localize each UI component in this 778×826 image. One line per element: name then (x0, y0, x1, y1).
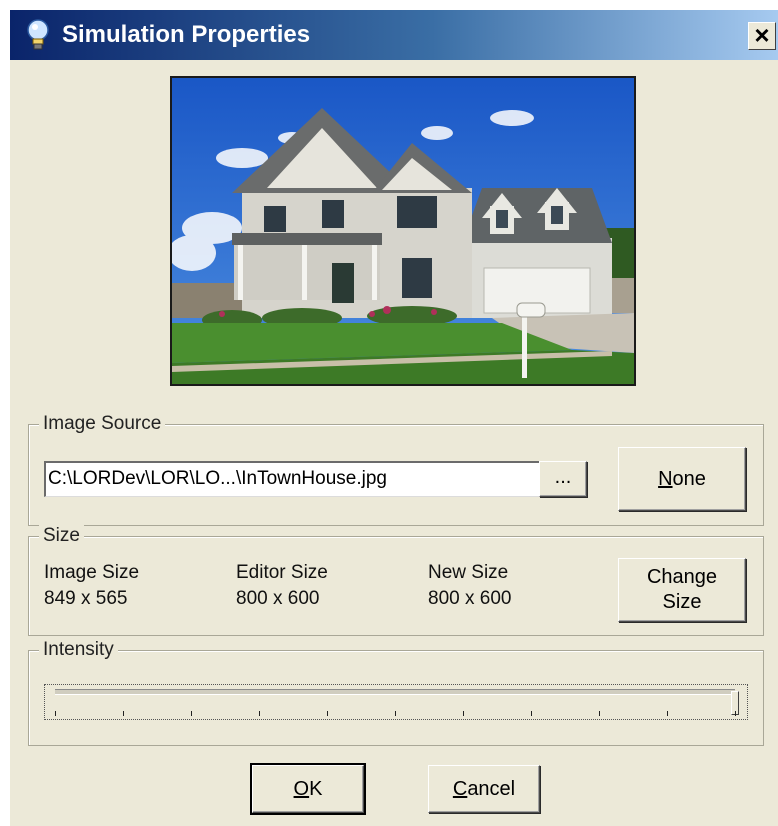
window-title: Simulation Properties (62, 21, 311, 48)
close-button[interactable]: × (748, 22, 776, 50)
intensity-tick (599, 711, 600, 716)
editor-size-value: 800 x 600 (236, 588, 320, 609)
none-label: one (672, 468, 706, 490)
house-photo-icon (172, 78, 634, 384)
ok-button[interactable]: OK (250, 763, 366, 815)
simulation-preview-image (170, 76, 636, 386)
image-path-field[interactable]: C:\LORDev\LOR\LO...\InTownHouse.jpg (44, 461, 540, 497)
change-size-button[interactable]: Change Size (618, 558, 746, 622)
intensity-tick (735, 711, 736, 716)
title-bar[interactable]: Simulation Properties × (10, 10, 778, 60)
simulation-properties-dialog: Simulation Properties × Image Source C:\… (10, 10, 778, 826)
intensity-slider-track (55, 689, 735, 695)
intensity-tick (667, 711, 668, 716)
ok-mnemonic: O (293, 778, 310, 800)
cancel-button[interactable]: Cancel (428, 765, 540, 813)
new-size-value: 800 x 600 (428, 588, 512, 609)
image-source-label: Image Source (39, 413, 166, 435)
new-size-label: New Size (428, 562, 509, 583)
none-button[interactable]: None (618, 447, 746, 511)
browse-button-label: ... (554, 466, 572, 488)
intensity-tick (531, 711, 532, 716)
lightbulb-icon (27, 19, 49, 50)
intensity-tick (395, 711, 396, 716)
intensity-tick (327, 711, 328, 716)
intensity-tick (259, 711, 260, 716)
close-icon: × (754, 20, 770, 50)
cancel-label: ancel (467, 778, 516, 800)
editor-size-label: Editor Size (236, 562, 328, 583)
intensity-tick (191, 711, 192, 716)
browse-button[interactable]: ... (539, 461, 587, 497)
image-size-label: Image Size (44, 562, 140, 583)
none-mnemonic: N (658, 468, 673, 490)
cancel-mnemonic: C (452, 778, 468, 800)
intensity-tick (123, 711, 124, 716)
image-size-value: 849 x 565 (44, 588, 128, 609)
change-size-line2: Size (662, 591, 702, 613)
size-label: Size (39, 525, 84, 547)
intensity-tick (55, 711, 56, 716)
ok-label: K (309, 778, 323, 800)
intensity-tick (463, 711, 464, 716)
intensity-label: Intensity (39, 639, 118, 661)
intensity-slider[interactable] (44, 684, 748, 720)
change-size-line1: Change (646, 566, 718, 588)
